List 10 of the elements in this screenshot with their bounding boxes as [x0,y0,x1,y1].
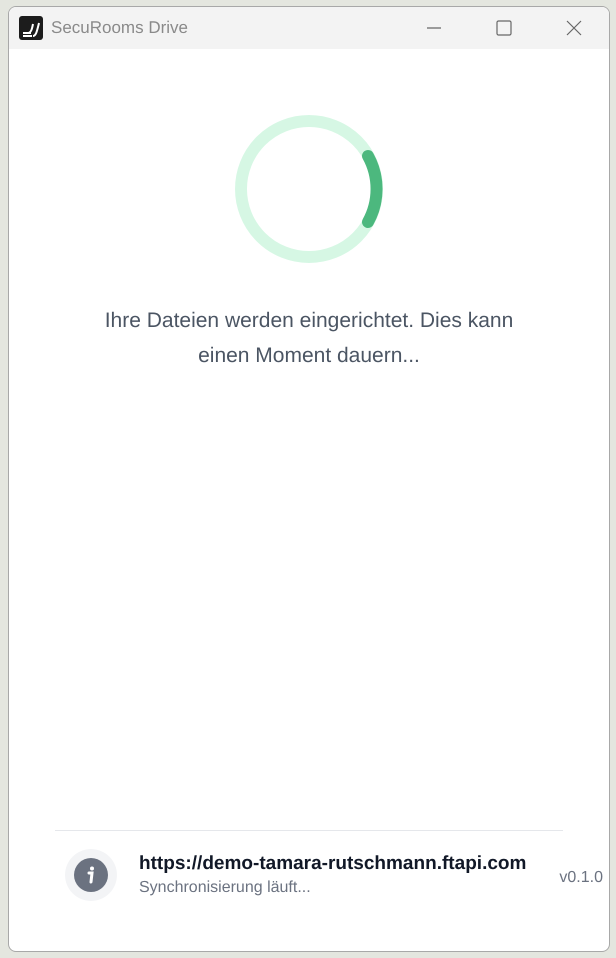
sync-status: Synchronisierung läuft... [139,879,312,897]
info-icon [65,849,117,901]
app-logo-icon [19,16,43,40]
maximize-icon [496,20,512,36]
server-url: https://demo-tamara-rutschmann.ftapi.com [139,853,528,875]
window-title: SecuRooms Drive [51,18,189,38]
close-icon [566,20,582,36]
loading-message: Ihre Dateien werden eingerichtet. Dies kann einen Moment dauern... [104,308,514,369]
version-label: v0.1.0 [559,869,603,887]
minimize-icon [426,27,442,29]
